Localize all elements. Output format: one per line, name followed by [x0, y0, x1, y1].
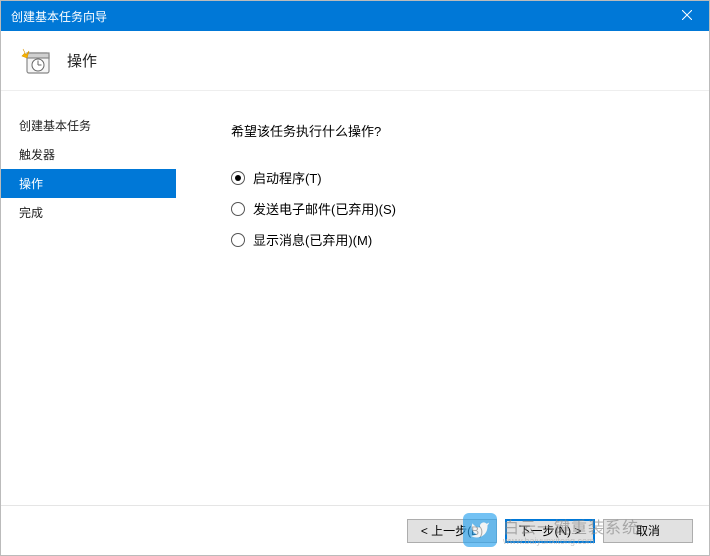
task-scheduler-icon	[21, 45, 53, 77]
radio-label: 发送电子邮件(已弃用)(S)	[253, 199, 396, 218]
wizard-window: 创建基本任务向导 操作 创建基本任务 触发器 操作 完成	[0, 0, 710, 556]
radio-indicator	[231, 233, 245, 247]
sidebar-item-create-task[interactable]: 创建基本任务	[1, 111, 176, 140]
radio-option-start-program[interactable]: 启动程序(T)	[231, 168, 679, 187]
sidebar: 创建基本任务 触发器 操作 完成	[1, 91, 176, 505]
next-button[interactable]: 下一步(N) >	[505, 519, 595, 543]
radio-label: 显示消息(已弃用)(M)	[253, 230, 372, 249]
radio-option-display-message[interactable]: 显示消息(已弃用)(M)	[231, 230, 679, 249]
back-button[interactable]: < 上一步(B)	[407, 519, 497, 543]
radio-option-send-email[interactable]: 发送电子邮件(已弃用)(S)	[231, 199, 679, 218]
close-button[interactable]	[664, 1, 709, 31]
wizard-footer: < 上一步(B) 下一步(N) > 取消 白云一键重装系统 www.baiyun…	[1, 505, 709, 555]
wizard-header: 操作	[1, 31, 709, 91]
content-area: 希望该任务执行什么操作? 启动程序(T) 发送电子邮件(已弃用)(S) 显示消息…	[176, 91, 709, 505]
page-title: 操作	[67, 50, 97, 71]
window-title: 创建基本任务向导	[11, 8, 664, 25]
cancel-button[interactable]: 取消	[603, 519, 693, 543]
radio-indicator	[231, 171, 245, 185]
sidebar-item-finish[interactable]: 完成	[1, 198, 176, 227]
action-radio-group: 启动程序(T) 发送电子邮件(已弃用)(S) 显示消息(已弃用)(M)	[231, 168, 679, 249]
titlebar: 创建基本任务向导	[1, 1, 709, 31]
prompt-text: 希望该任务执行什么操作?	[231, 121, 679, 140]
radio-label: 启动程序(T)	[253, 168, 322, 187]
sidebar-item-action[interactable]: 操作	[1, 169, 176, 198]
wizard-body: 创建基本任务 触发器 操作 完成 希望该任务执行什么操作? 启动程序(T) 发送…	[1, 91, 709, 505]
sidebar-item-trigger[interactable]: 触发器	[1, 140, 176, 169]
close-icon	[682, 9, 692, 23]
radio-indicator	[231, 202, 245, 216]
